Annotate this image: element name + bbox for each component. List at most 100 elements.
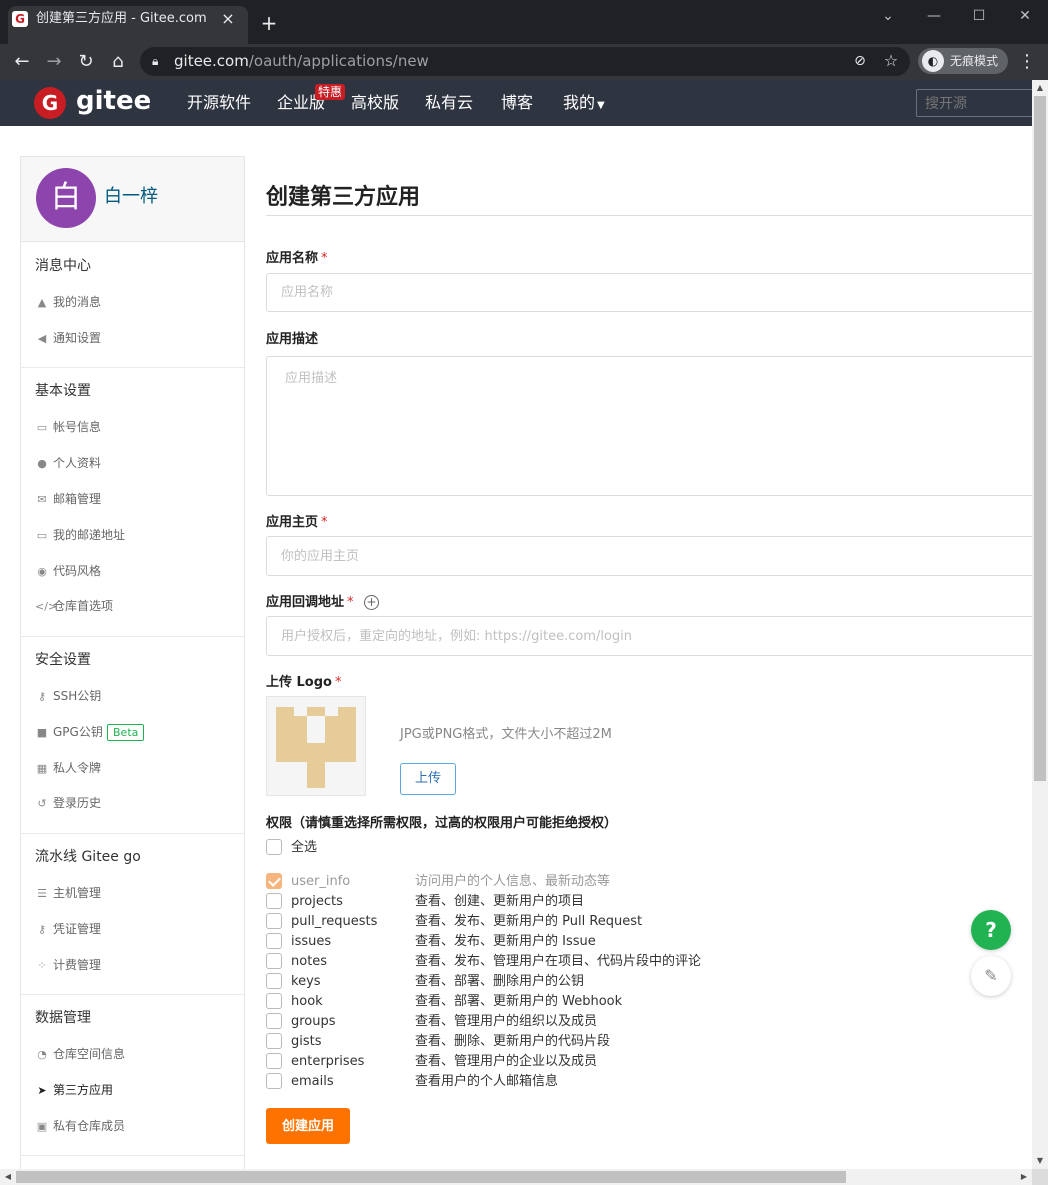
caret-down-icon: ▼ bbox=[597, 100, 605, 111]
pie-chart-icon: ◔ bbox=[37, 1048, 47, 1061]
gitee-logo-text[interactable]: gitee bbox=[76, 84, 151, 118]
gitee-logo-icon[interactable]: G bbox=[34, 87, 66, 119]
speaker-icon: ◀ bbox=[37, 332, 47, 345]
app-home-label: 应用主页 * bbox=[266, 514, 328, 532]
sidebar-item-billing[interactable]: ⁘ 计费管理 bbox=[35, 956, 101, 974]
scroll-down-arrow-icon[interactable]: ▼ bbox=[1032, 1153, 1048, 1169]
permission-checkbox[interactable] bbox=[266, 953, 282, 969]
sidebar-item-address[interactable]: ▭ 我的邮递地址 bbox=[35, 526, 125, 544]
permission-name[interactable]: notes bbox=[291, 954, 327, 970]
sidebar-item-hosts[interactable]: ☰ 主机管理 bbox=[35, 884, 101, 902]
close-tab-icon[interactable]: × bbox=[218, 9, 238, 29]
sidebar-item-tokens[interactable]: ▦ 私人令牌 bbox=[35, 759, 101, 777]
section-title-security: 安全设置 bbox=[35, 652, 91, 668]
select-all-label[interactable]: 全选 bbox=[291, 840, 317, 856]
tab-search-icon[interactable]: ⌄ bbox=[876, 6, 900, 26]
sidebar-item-gpg-keys[interactable]: ■ GPG公钥 bbox=[35, 723, 103, 741]
permission-checkbox bbox=[266, 873, 282, 889]
page-title: 创建第三方应用 bbox=[266, 185, 421, 210]
maximize-icon[interactable]: ☐ bbox=[967, 6, 991, 26]
sidebar-item-credentials[interactable]: ⚷ 凭证管理 bbox=[35, 920, 101, 938]
permission-name[interactable]: enterprises bbox=[291, 1054, 364, 1070]
permission-checkbox[interactable] bbox=[266, 913, 282, 929]
sidebar-item-repo-space[interactable]: ◔ 仓库空间信息 bbox=[35, 1045, 125, 1063]
sidebar-item-account[interactable]: ▭ 帐号信息 bbox=[35, 418, 101, 436]
scroll-left-arrow-icon[interactable]: ◀ bbox=[0, 1169, 16, 1185]
minimize-icon[interactable]: — bbox=[922, 6, 946, 26]
upload-logo-button[interactable]: 上传 bbox=[400, 763, 456, 795]
nav-blog[interactable]: 博客 bbox=[501, 93, 533, 113]
sidebar-item-label: SSH公钥 bbox=[53, 689, 102, 703]
permission-name[interactable]: hook bbox=[291, 994, 323, 1010]
permission-name[interactable]: groups bbox=[291, 1014, 336, 1030]
new-tab-icon[interactable]: + bbox=[258, 12, 280, 34]
scroll-up-arrow-icon[interactable]: ▲ bbox=[1032, 80, 1048, 96]
permission-name[interactable]: emails bbox=[291, 1074, 334, 1090]
help-button[interactable]: ? bbox=[971, 910, 1011, 950]
sidebar-item-label: 我的消息 bbox=[53, 295, 102, 309]
home-icon[interactable]: ⌂ bbox=[106, 50, 130, 74]
vertical-scroll-thumb[interactable] bbox=[1034, 96, 1046, 781]
avatar[interactable]: 白 bbox=[36, 168, 96, 228]
rocket-icon: ➤ bbox=[37, 1084, 47, 1097]
gitee-favicon-icon: G bbox=[12, 11, 28, 27]
sidebar-item-third-party-apps[interactable]: ➤ 第三方应用 bbox=[35, 1081, 113, 1099]
permission-name[interactable]: issues bbox=[291, 934, 331, 950]
lock-icon[interactable]: 🔒︎ bbox=[152, 52, 164, 70]
permission-name[interactable]: user_info bbox=[291, 874, 350, 890]
sidebar-item-code-style[interactable]: ◉ 代码风格 bbox=[35, 562, 101, 580]
sidebar-item-login-history[interactable]: ↺ 登录历史 bbox=[35, 794, 101, 812]
permission-checkbox[interactable] bbox=[266, 1053, 282, 1069]
sidebar-item-ssh-keys[interactable]: ⚷ SSH公钥 bbox=[35, 687, 101, 705]
reload-icon[interactable]: ↻ bbox=[74, 50, 98, 74]
sidebar-item-profile[interactable]: ● 个人资料 bbox=[35, 454, 101, 472]
feedback-edit-icon[interactable]: ✎ bbox=[971, 956, 1011, 996]
permission-description: 查看、删除、更新用户的代码片段 bbox=[415, 1034, 611, 1049]
required-mark: * bbox=[347, 595, 354, 610]
permission-name[interactable]: keys bbox=[291, 974, 321, 990]
permission-checkbox[interactable] bbox=[266, 1073, 282, 1089]
app-home-input[interactable] bbox=[266, 536, 1046, 576]
browser-menu-icon[interactable]: ⋮ bbox=[1018, 50, 1036, 74]
permission-checkbox[interactable] bbox=[266, 933, 282, 949]
bookmark-star-icon[interactable]: ☆ bbox=[881, 51, 901, 71]
sidebar-item-label: 私有仓库成员 bbox=[53, 1119, 126, 1133]
permission-checkbox[interactable] bbox=[266, 1033, 282, 1049]
back-icon[interactable]: ← bbox=[10, 50, 34, 74]
bell-icon: ▲ bbox=[37, 296, 47, 309]
select-all-checkbox[interactable] bbox=[266, 839, 282, 855]
callback-url-input[interactable] bbox=[266, 616, 1046, 656]
permission-checkbox[interactable] bbox=[266, 973, 282, 989]
sidebar-item-emails[interactable]: ✉ 邮箱管理 bbox=[35, 490, 101, 508]
forward-icon[interactable]: → bbox=[42, 50, 66, 74]
sidebar-item-notification-settings[interactable]: ◀ 通知设置 bbox=[35, 329, 101, 347]
url-text[interactable]: gitee.com/oauth/applications/new bbox=[174, 52, 429, 70]
eye-off-icon[interactable]: ⊘ bbox=[850, 51, 870, 71]
add-callback-icon[interactable]: + bbox=[364, 595, 379, 610]
nav-mine[interactable]: 我的 ▼ bbox=[563, 93, 605, 116]
permission-name[interactable]: gists bbox=[291, 1034, 322, 1050]
permission-name[interactable]: projects bbox=[291, 894, 343, 910]
sidebar-item-my-messages[interactable]: ▲ 我的消息 bbox=[35, 293, 101, 311]
members-icon: ▣ bbox=[36, 1120, 48, 1133]
username-link[interactable]: 白一梓 bbox=[104, 186, 158, 208]
permission-checkbox[interactable] bbox=[266, 1013, 282, 1029]
title-divider bbox=[266, 215, 1032, 216]
site-search-input[interactable] bbox=[916, 89, 1034, 117]
nav-private-cloud[interactable]: 私有云 bbox=[425, 93, 473, 113]
app-name-input[interactable] bbox=[266, 273, 1046, 312]
app-desc-textarea[interactable] bbox=[266, 356, 1046, 496]
sidebar-item-repo-prefs[interactable]: </>仓库首选项 bbox=[35, 597, 113, 615]
nav-open-source[interactable]: 开源软件 bbox=[187, 93, 251, 113]
horizontal-scroll-thumb[interactable] bbox=[16, 1171, 846, 1183]
close-window-icon[interactable]: ✕ bbox=[1013, 6, 1037, 26]
sidebar-item-private-members[interactable]: ▣ 私有仓库成员 bbox=[35, 1117, 125, 1135]
create-app-button[interactable]: 创建应用 bbox=[266, 1108, 350, 1144]
address-card-icon: ▭ bbox=[36, 529, 48, 542]
permission-checkbox[interactable] bbox=[266, 993, 282, 1009]
nav-education[interactable]: 高校版 bbox=[351, 93, 399, 113]
token-icon: ▦ bbox=[36, 762, 48, 775]
scroll-right-arrow-icon[interactable]: ▶ bbox=[1016, 1169, 1032, 1185]
permission-checkbox[interactable] bbox=[266, 893, 282, 909]
permission-name[interactable]: pull_requests bbox=[291, 914, 377, 930]
